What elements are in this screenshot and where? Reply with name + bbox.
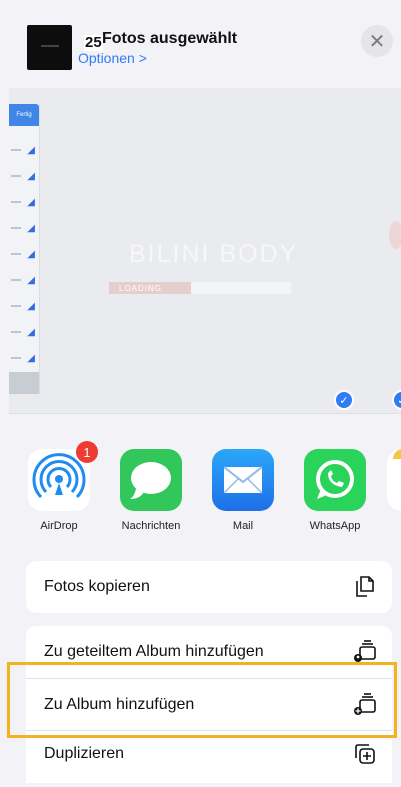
messages-icon [120,449,182,511]
airdrop-icon: 1 [28,441,98,511]
add-to-album-action[interactable]: Zu Album hinzufügen [26,678,392,731]
notification-badge: 1 [76,441,98,463]
options-link[interactable]: Optionen > [78,50,147,66]
app-label: AirDrop [40,520,78,532]
preview-row: ◢ [11,172,37,182]
shared-album-icon [354,640,376,662]
share-header: 25 Fotos ausgewählt Optionen > ✕ [9,8,401,88]
preview-row: ◢ [11,224,37,234]
preview-decoration [389,221,401,249]
action-label: Duplizieren [44,745,125,762]
preview-row: ◢ [11,276,37,286]
share-sheet: 25 Fotos ausgewählt Optionen > ✕ Fertig … [9,8,401,787]
app-label: WhatsApp [309,520,361,532]
preview-bottom-bar [9,372,39,394]
copy-icon [356,576,374,597]
preview-row: ◢ [11,328,37,338]
preview-row: ◢ [11,198,37,208]
mail-icon [212,449,274,511]
action-label: Zu Album hinzufügen [44,696,195,713]
photo-preview[interactable]: Fertig ◢ ◢ ◢ ◢ ◢ ◢ ◢ ◢ ◢ BILINI BODY LOA… [9,88,401,413]
selected-checkmark-icon[interactable]: ✓ [392,390,401,410]
preview-loading-text: LOADING [119,284,163,293]
preview-row: ◢ [11,250,37,260]
app-icon [387,449,401,511]
preview-row: ◢ [11,146,37,156]
app-label: Mail [232,520,254,532]
app-label: Nachrichten [121,520,181,532]
share-app-airdrop[interactable]: 1 AirDrop [19,441,99,532]
action-label: Fotos kopieren [44,578,150,595]
selection-title: Fotos ausgewählt [102,30,238,47]
add-to-shared-album-action[interactable]: Zu geteiltem Album hinzufügen [26,626,392,678]
preview-splash-text: BILINI BODY [129,240,299,268]
copy-photos-action[interactable]: Fotos kopieren [26,561,392,613]
action-label: Zu geteiltem Album hinzufügen [44,643,264,660]
share-app-more[interactable] [387,449,401,511]
done-button-in-screenshot: Fertig [9,104,39,126]
duplicate-action[interactable]: Duplizieren [26,730,392,783]
preview-screenshot-left: Fertig ◢ ◢ ◢ ◢ ◢ ◢ ◢ ◢ ◢ [9,104,40,394]
preview-row: ◢ [11,302,37,312]
selected-checkmark-icon[interactable]: ✓ [334,390,354,410]
whatsapp-icon [304,449,366,511]
close-button[interactable]: ✕ [361,25,393,57]
duplicate-icon [355,744,375,764]
selection-thumbnail [27,25,72,70]
share-app-whatsapp[interactable]: WhatsApp [295,449,375,532]
close-icon: ✕ [368,30,386,53]
add-to-album-icon [354,693,376,715]
preview-loading-bar: LOADING [109,282,291,294]
share-app-messages[interactable]: Nachrichten [111,449,191,532]
selection-count: 25 [84,34,103,51]
preview-row: ◢ [11,354,37,364]
app-share-row: 1 AirDrop Nachrichten Mail WhatsApp [9,413,401,542]
share-app-mail[interactable]: Mail [203,449,283,532]
